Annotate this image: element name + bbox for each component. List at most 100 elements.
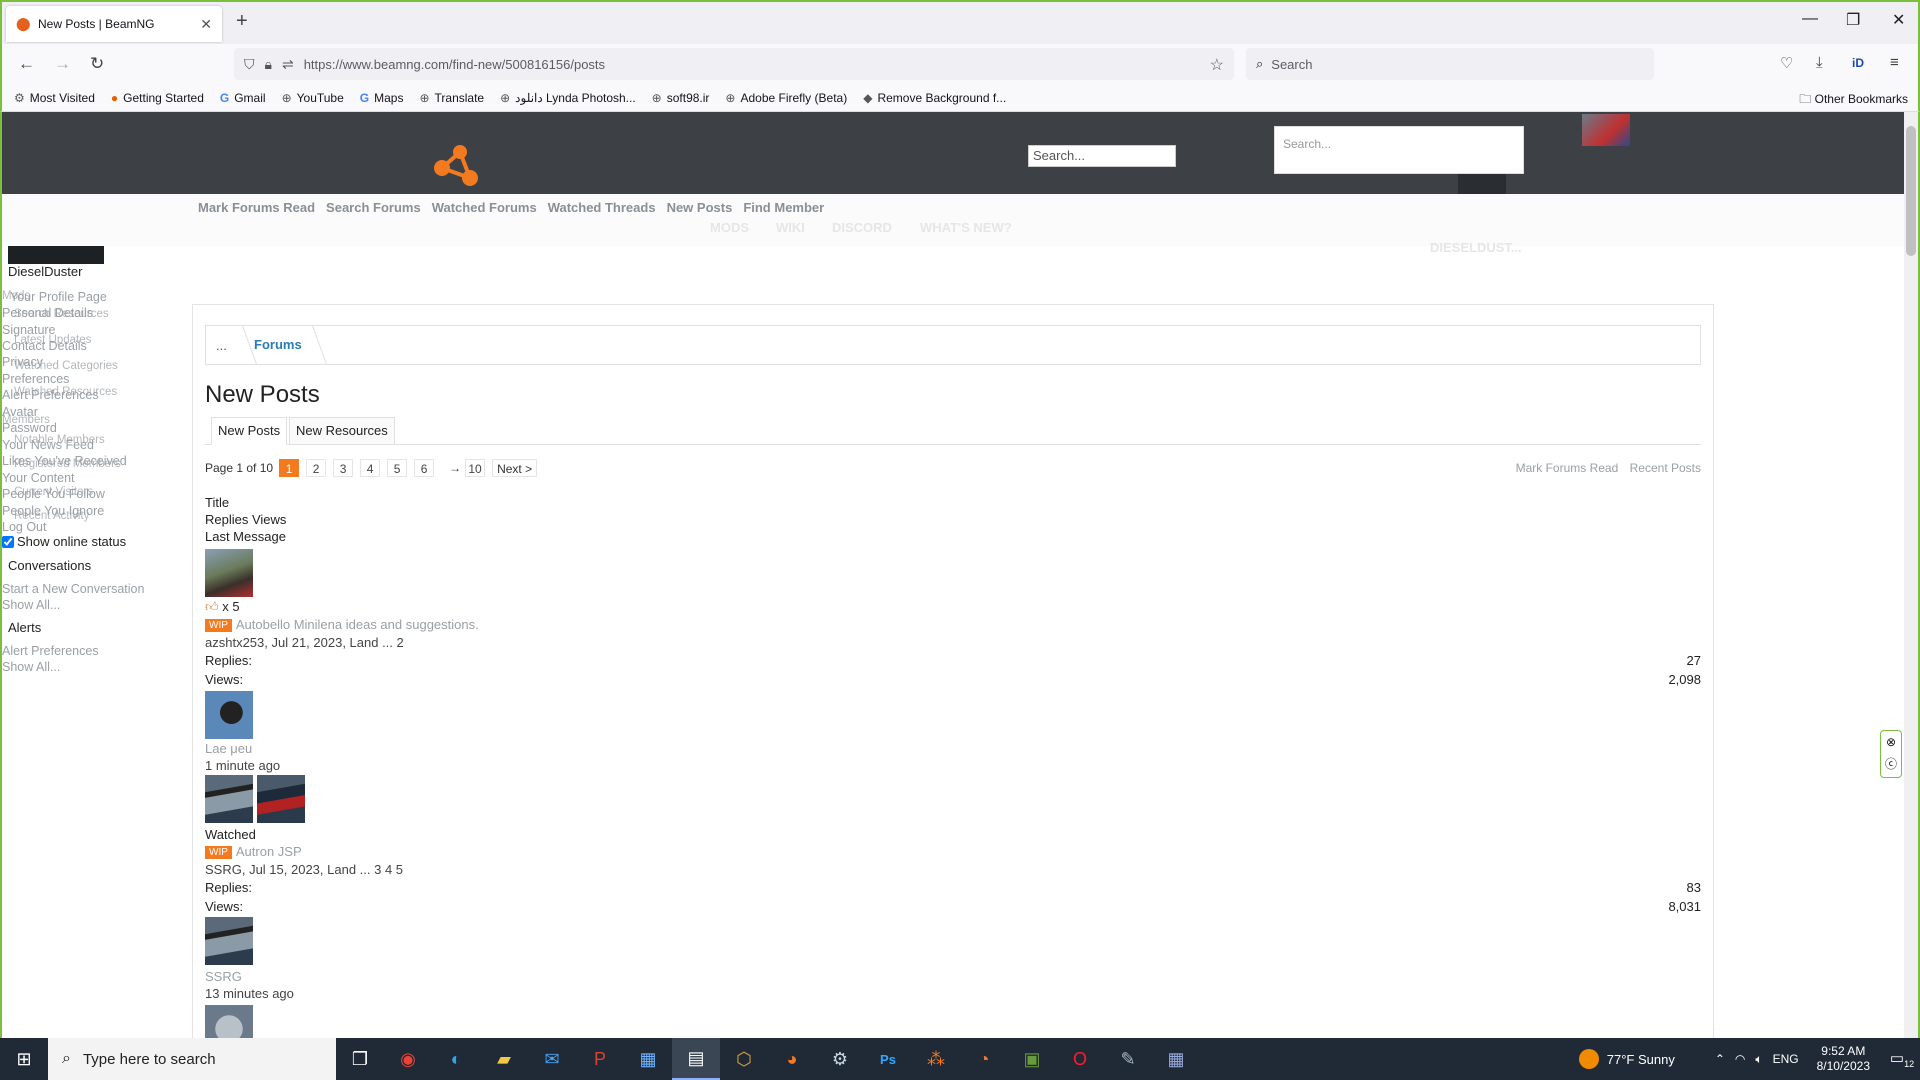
mark-forums-read-link[interactable]: Mark Forums Read [1516, 461, 1619, 475]
last-poster-avatar[interactable] [205, 917, 253, 965]
page-jump-arrow[interactable]: → [449, 461, 461, 475]
subnav-new-posts[interactable]: New Posts [667, 200, 733, 215]
steam-icon[interactable]: ⚙ [816, 1038, 864, 1080]
account-username[interactable]: DieselDuster [8, 264, 156, 279]
next-page-button[interactable]: Next > [492, 459, 538, 477]
url-bar[interactable]: ⛉ 🔒︎ ⇌ https://www.beamng.com/find-new/5… [234, 48, 1234, 80]
close-window-icon[interactable]: ✕ [1892, 10, 1905, 30]
online-status-toggle[interactable]: Show online status [2, 534, 156, 549]
header-search-input[interactable]: Search... [1028, 145, 1176, 167]
forward-icon[interactable]: → [54, 54, 71, 74]
notepad-icon[interactable]: ▤ [672, 1038, 720, 1080]
menu-password[interactable]: Password [2, 421, 57, 435]
page-link-5[interactable]: 5 [387, 459, 408, 477]
bookmark-gmail[interactable]: G Gmail [220, 91, 266, 105]
pocket-icon[interactable]: ♡ [1780, 54, 1793, 72]
bookmark-translate[interactable]: ⊕ Translate [419, 91, 484, 105]
file-explorer-icon[interactable]: ▰ [480, 1038, 528, 1080]
page-link-6[interactable]: 6 [414, 459, 435, 477]
page-link-last[interactable]: 10 [465, 459, 486, 477]
network-icon[interactable]: ◠ [1735, 1052, 1745, 1066]
chrome-icon[interactable]: ◉ [384, 1038, 432, 1080]
page-link-2[interactable]: 2 [306, 459, 327, 477]
thread-meta[interactable]: SSRG, Jul 15, 2023, Land ... 3 4 5 [205, 862, 403, 877]
bookmark-most-visited[interactable]: ⚙ Most Visited [14, 91, 95, 105]
subnav-watched-forums[interactable]: Watched Forums [432, 200, 537, 215]
minimize-icon[interactable]: — [1802, 10, 1818, 28]
user-avatar[interactable] [1582, 114, 1630, 146]
ghost-nav-mods[interactable]: MODS [710, 220, 749, 235]
volume-icon[interactable]: 🔈︎ [1755, 1052, 1762, 1067]
menu-contact-details[interactable]: Contact Details [2, 339, 87, 353]
menu-likes-received[interactable]: Likes You've Received [2, 454, 127, 468]
ghost-nav-wiki[interactable]: WIKI [776, 220, 805, 235]
breadcrumb-forums[interactable]: Forums [254, 337, 302, 352]
downloads-icon[interactable]: ⤓ [1816, 54, 1823, 71]
browser-search-bar[interactable]: ⌕ Search [1246, 48, 1654, 80]
powerpoint-icon[interactable]: P [576, 1038, 624, 1080]
mail-icon[interactable]: ✉ [528, 1038, 576, 1080]
language-indicator[interactable]: ENG [1773, 1052, 1799, 1066]
thread-title-link[interactable]: Autron JSP [236, 844, 302, 859]
beamng-logo-icon[interactable] [430, 142, 480, 188]
bookmark-lynda[interactable]: ⊕ دانلود Lynda Photosh... [500, 91, 636, 105]
minecraft-icon[interactable]: ▣ [1008, 1038, 1056, 1080]
reload-icon[interactable]: ↻ [90, 54, 104, 74]
page-link-4[interactable]: 4 [360, 459, 381, 477]
sun-weather-icon[interactable] [1578, 1049, 1599, 1069]
extension-id-icon[interactable]: iD [1852, 56, 1864, 70]
bookmark-firefly[interactable]: ⊕ Adobe Firefly (Beta) [725, 91, 847, 105]
menu-your-news-feed[interactable]: Your News Feed [2, 438, 94, 452]
opera-icon[interactable]: O [1056, 1038, 1104, 1080]
menu-icon[interactable]: ≡ [1890, 54, 1899, 71]
new-tab-icon[interactable]: + [236, 10, 248, 33]
ghost-nav-whats-new[interactable]: WHAT'S NEW? [920, 220, 1012, 235]
extension-c-icon[interactable]: ⓒ [1881, 753, 1901, 775]
alerts-heading[interactable]: Alerts [8, 620, 156, 635]
header-search-dropdown-input[interactable]: Search... [1274, 126, 1524, 174]
subnav-search-forums[interactable]: Search Forums [326, 200, 421, 215]
last-poster-avatar[interactable] [205, 691, 253, 739]
subnav-watched-threads[interactable]: Watched Threads [548, 200, 656, 215]
restore-icon[interactable]: ❐ [1846, 10, 1860, 30]
browser-tab[interactable]: ⬤ New Posts | BeamNG ✕ [6, 6, 222, 42]
app-hex-icon[interactable]: ⬡ [720, 1038, 768, 1080]
close-tab-icon[interactable]: ✕ [200, 16, 212, 33]
menu-your-content[interactable]: Your Content [2, 471, 75, 485]
store-icon[interactable]: ▦ [624, 1038, 672, 1080]
last-post-time[interactable]: 1 minute ago [205, 758, 280, 773]
subnav-find-member[interactable]: Find Member [743, 200, 824, 215]
menu-start-conversation[interactable]: Start a New Conversation [2, 582, 144, 596]
conversations-heading[interactable]: Conversations [8, 558, 156, 573]
ghost-nav-discord[interactable]: DISCORD [832, 220, 892, 235]
last-poster-name[interactable]: SSRG [205, 969, 242, 984]
clock[interactable]: 9:52 AM 8/10/2023 [1817, 1044, 1870, 1074]
column-last-message[interactable]: Last Message [205, 529, 286, 544]
menu-alert-preferences[interactable]: Alert Preferences [2, 388, 99, 402]
page-scrollbar[interactable] [1904, 112, 1918, 1038]
bookmark-soft98[interactable]: ⊕ soft98.ir [652, 91, 710, 105]
thread-avatar[interactable] [205, 549, 253, 597]
menu-preferences[interactable]: Preferences [2, 372, 69, 386]
page-link-1[interactable]: 1 [279, 459, 300, 477]
thread-avatar[interactable] [205, 1005, 253, 1038]
tray-chevron-icon[interactable]: ⌃ [1715, 1052, 1725, 1066]
scrollbar-thumb[interactable] [1906, 126, 1916, 256]
other-bookmarks[interactable]: 🗀︎ Other Bookmarks [1799, 90, 1908, 111]
tab-new-posts[interactable]: New Posts [211, 417, 288, 445]
url-text[interactable]: https://www.beamng.com/find-new/50081615… [304, 57, 605, 72]
bookmark-remove-bg[interactable]: ◆ Remove Background f... [863, 91, 1006, 105]
menu-alert-preferences-2[interactable]: Alert Preferences [2, 644, 99, 658]
wip-prefix-badge[interactable]: WIP [205, 846, 232, 860]
column-title[interactable]: Title [205, 495, 229, 510]
menu-personal-details[interactable]: Personal Details [2, 306, 93, 320]
close-circle-icon[interactable]: ⊗ [1881, 731, 1901, 753]
windows-start-icon[interactable]: ⊞ [0, 1038, 48, 1080]
recent-posts-link[interactable]: Recent Posts [1630, 461, 1701, 475]
bookmark-star-icon[interactable]: ☆ [1210, 55, 1224, 75]
bookmark-maps[interactable]: G Maps [360, 91, 404, 105]
permissions-icon[interactable]: ⇌ [282, 56, 294, 73]
menu-people-you-ignore[interactable]: People You Ignore [2, 504, 104, 518]
bookmark-getting-started[interactable]: ● Getting Started [111, 91, 204, 105]
ghost-username[interactable]: DIESELDUST... [1430, 240, 1522, 255]
